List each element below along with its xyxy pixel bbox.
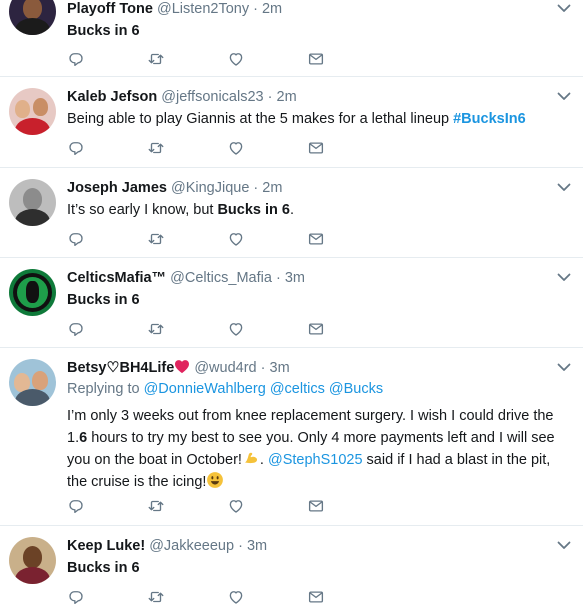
tweet-header: Kaleb Jefson @jeffsonicals23 · 2m [67, 87, 553, 107]
message-icon[interactable] [307, 230, 327, 250]
retweet-icon[interactable] [147, 497, 167, 517]
avatar[interactable] [9, 179, 56, 226]
tweet-text-part: Being able to play Giannis at the 5 make… [67, 111, 454, 127]
tweet-text-bold: 6 [79, 430, 88, 446]
message-icon[interactable] [307, 588, 327, 608]
avatar[interactable] [9, 88, 56, 135]
tweet[interactable]: Playoff Tone @Listen2Tony · 2m Bucks in … [0, 0, 583, 77]
replying-to-label: Replying to [67, 381, 144, 397]
separator-dot: · [253, 1, 258, 17]
user-handle[interactable]: @wud4rd [194, 360, 256, 376]
like-icon[interactable] [227, 50, 247, 70]
tweet-header: Keep Luke! @Jakkeeeup · 3m [67, 536, 553, 556]
user-handle[interactable]: @jeffsonicals23 [161, 89, 263, 105]
tweet-text-bold: Bucks in 6 [217, 202, 290, 218]
retweet-icon[interactable] [147, 588, 167, 608]
red-heart-emoji [175, 360, 190, 374]
tweet[interactable]: CelticsMafia™ @Celtics_Mafia · 3m Bucks … [0, 258, 583, 348]
chevron-down-icon[interactable] [557, 272, 571, 282]
like-icon[interactable] [227, 497, 247, 517]
display-name[interactable]: Playoff Tone [67, 1, 153, 17]
tweet-text-part: . [259, 452, 268, 468]
message-icon[interactable] [307, 320, 327, 340]
separator-dot: · [260, 360, 266, 376]
user-handle[interactable]: @Jakkeeeup [149, 538, 234, 554]
timestamp[interactable]: 3m [247, 538, 267, 554]
reply-icon[interactable] [67, 230, 87, 250]
tweet-text: It’s so early I know, but Bucks in 6. [67, 200, 553, 221]
tweet-text-part: . [289, 202, 295, 218]
tweet-feed: Playoff Tone @Listen2Tony · 2m Bucks in … [0, 0, 583, 612]
display-name[interactable]: CelticsMafia™ [67, 270, 166, 286]
display-name[interactable]: Betsy♡BH4Life [67, 360, 174, 376]
display-name[interactable]: Joseph James [67, 180, 167, 196]
retweet-icon[interactable] [147, 139, 167, 159]
timestamp[interactable]: 3m [270, 360, 290, 376]
tweet-text-bold: Bucks in 6 [67, 292, 140, 308]
chevron-down-icon[interactable] [557, 91, 571, 101]
tweet-text-bold: Bucks in 6 [67, 23, 140, 39]
mention-link[interactable]: @celtics [270, 381, 325, 397]
tweet-header: Playoff Tone @Listen2Tony · 2m [67, 0, 553, 19]
avatar[interactable] [9, 537, 56, 584]
separator-dot: · [253, 180, 259, 196]
message-icon[interactable] [307, 50, 327, 70]
timestamp[interactable]: 2m [277, 89, 297, 105]
hashtag-link[interactable]: #BucksIn6 [453, 111, 526, 127]
message-icon[interactable] [307, 497, 327, 517]
display-name[interactable]: Keep Luke! [67, 538, 145, 554]
mention-link[interactable]: @Bucks [329, 381, 383, 397]
tweet-header: Joseph James @KingJique · 2m [67, 178, 553, 198]
tweet-text: I’m only 3 weeks out from knee replaceme… [67, 405, 563, 493]
mention-link[interactable]: @StephS1025 [268, 452, 363, 468]
reply-icon[interactable] [67, 50, 87, 70]
tweet-text: Bucks in 6 [67, 21, 553, 42]
tweet[interactable]: Joseph James @KingJique · 2m It’s so ear… [0, 168, 583, 258]
tweet[interactable]: Kaleb Jefson @jeffsonicals23 · 2m Being … [0, 77, 583, 168]
like-icon[interactable] [227, 320, 247, 340]
like-icon[interactable] [227, 230, 247, 250]
avatar[interactable] [9, 359, 56, 406]
retweet-icon[interactable] [147, 230, 167, 250]
reply-icon[interactable] [67, 497, 87, 517]
user-handle[interactable]: @Listen2Tony [157, 1, 249, 17]
tweet-text: Bucks in 6 [67, 558, 553, 579]
avatar[interactable] [9, 269, 56, 316]
tweet[interactable]: Betsy♡BH4Life @wud4rd · 3m Replying to @… [0, 348, 583, 526]
replying-to: Replying to @DonnieWahlberg @celtics @Bu… [67, 379, 563, 399]
tweet-text-bold: Bucks in 6 [67, 560, 140, 576]
tweet-text: Bucks in 6 [67, 290, 553, 311]
tweet-header: Betsy♡BH4Life @wud4rd · 3m [67, 358, 563, 378]
like-icon[interactable] [227, 139, 247, 159]
reply-icon[interactable] [67, 588, 87, 608]
chevron-down-icon[interactable] [557, 540, 571, 550]
mention-link[interactable]: @DonnieWahlberg [144, 381, 266, 397]
tweet-text-part: It’s so early I know, but [67, 202, 218, 218]
like-icon[interactable] [227, 588, 247, 608]
timestamp[interactable]: 3m [285, 270, 305, 286]
timestamp[interactable]: 2m [262, 1, 282, 17]
tweet[interactable]: Keep Luke! @Jakkeeeup · 3m Bucks in 6 [0, 526, 583, 612]
retweet-icon[interactable] [147, 320, 167, 340]
tweet-text: Being able to play Giannis at the 5 make… [67, 109, 553, 130]
user-handle[interactable]: @KingJique [171, 180, 249, 196]
display-name[interactable]: Kaleb Jefson [67, 89, 157, 105]
separator-dot: · [275, 270, 281, 286]
reply-icon[interactable] [67, 139, 87, 159]
user-handle[interactable]: @Celtics_Mafia [170, 270, 272, 286]
avatar[interactable] [9, 0, 56, 35]
chevron-down-icon[interactable] [557, 182, 571, 192]
separator-dot: · [267, 89, 273, 105]
message-icon[interactable] [307, 139, 327, 159]
reply-icon[interactable] [67, 320, 87, 340]
chevron-down-icon[interactable] [557, 3, 571, 13]
timestamp[interactable]: 2m [262, 180, 282, 196]
flexed-biceps-emoji [244, 452, 257, 464]
separator-dot: · [238, 538, 243, 554]
smiley-emoji [207, 472, 224, 488]
tweet-header: CelticsMafia™ @Celtics_Mafia · 3m [67, 268, 553, 288]
chevron-down-icon[interactable] [557, 362, 571, 372]
retweet-icon[interactable] [147, 50, 167, 70]
